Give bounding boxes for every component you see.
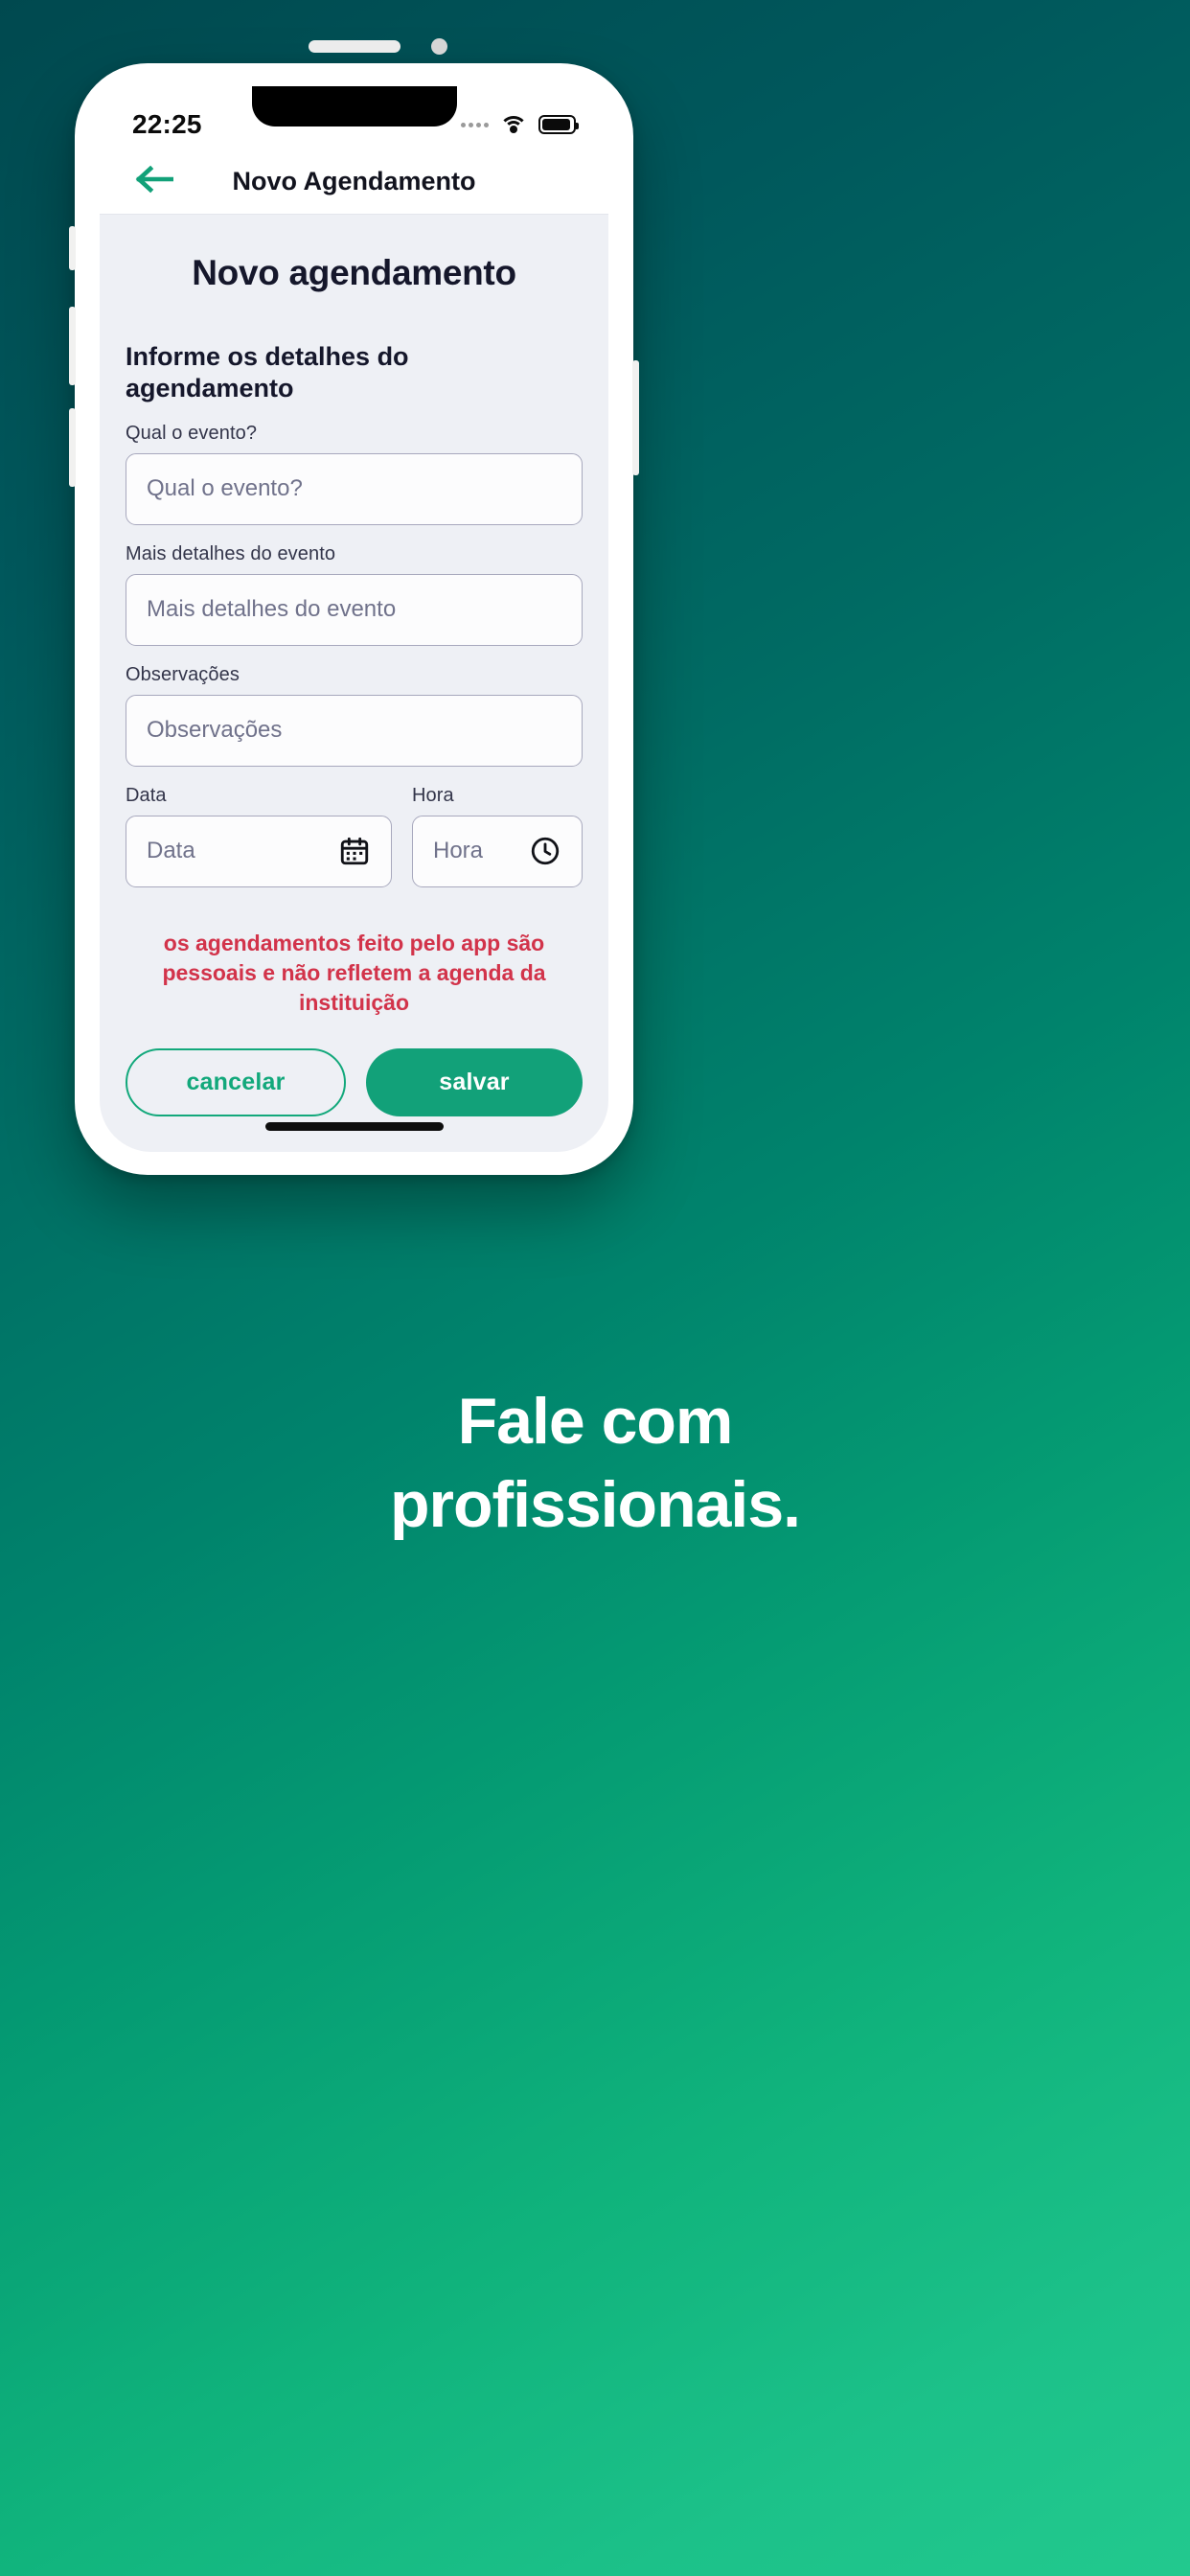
phone-screen: 22:25 Novo Agendamento Novo agendamento … [100,86,608,1152]
phone-volume-down-button[interactable] [69,408,76,487]
phone-mockup: 22:25 Novo Agendamento Novo agendamento … [69,38,639,1175]
battery-icon [538,115,579,134]
save-button[interactable]: salvar [366,1048,583,1117]
promo-caption-line1: Fale com [457,1385,734,1458]
cancel-button[interactable]: cancelar [126,1048,346,1117]
phone-earpiece-speaker [308,40,400,53]
input-observacoes[interactable]: Observações [126,694,583,767]
input-hora-placeholder: Hora [433,838,484,864]
field-group-hora: Hora Hora [412,785,583,887]
section-heading: Informe os detalhes do agendamento [126,342,409,402]
app-bar: Novo Agendamento [100,150,608,215]
promo-caption-line2: profissionais. [389,1468,801,1542]
input-evento[interactable]: Qual o evento? [126,452,583,525]
status-bar: 22:25 [100,86,608,150]
input-observacoes-placeholder: Observações [147,717,283,744]
status-bar-indicators [461,114,579,135]
status-bar-time: 22:25 [132,109,202,139]
app-content: Novo agendamento Informe os detalhes do … [100,215,608,1152]
field-label-observacoes: Observações [126,663,240,685]
clock-icon[interactable] [529,835,561,867]
phone-power-button[interactable] [632,360,639,475]
input-evento-placeholder: Qual o evento? [147,475,303,502]
field-group-observacoes: Observações Observações [126,664,583,767]
input-data-placeholder: Data [147,838,195,864]
phone-silent-switch[interactable] [69,226,76,270]
home-indicator[interactable] [264,1122,444,1131]
field-label-hora: Hora [412,784,454,806]
signal-dots-icon [461,122,489,127]
field-group-detalhes: Mais detalhes do evento Mais detalhes do… [126,543,583,646]
input-hora[interactable]: Hora [412,815,583,887]
field-label-detalhes: Mais detalhes do evento [126,542,336,564]
field-label-data: Data [126,784,167,806]
input-data[interactable]: Data [126,815,392,887]
calendar-icon[interactable] [338,835,371,867]
datetime-row: Data Data Hora Hora [126,785,583,887]
wifi-icon [499,114,528,135]
page-title: Novo agendamento [192,253,516,292]
arrow-left-icon [135,165,174,198]
promo-caption: Fale com profissionais. [0,1380,1190,1547]
field-group-data: Data Data [126,785,392,887]
phone-volume-up-button[interactable] [69,307,76,385]
field-group-evento: Qual o evento? Qual o evento? [126,423,583,525]
phone-front-camera [430,38,447,55]
back-button[interactable] [128,156,180,208]
field-label-evento: Qual o evento? [126,422,258,444]
input-detalhes[interactable]: Mais detalhes do evento [126,573,583,646]
warning-message: os agendamentos feito pelo app são pesso… [162,930,546,1015]
input-detalhes-placeholder: Mais detalhes do evento [147,596,397,623]
action-buttons: cancelar salvar [126,1048,583,1117]
